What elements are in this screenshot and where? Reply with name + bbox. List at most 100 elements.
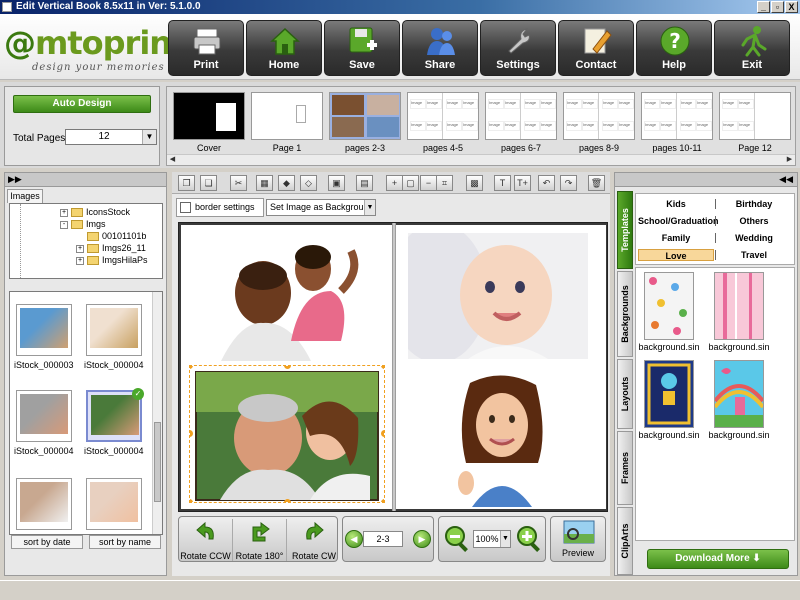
page-number-field[interactable]: 2-3 — [363, 531, 403, 547]
category-kids[interactable]: Kids — [638, 198, 714, 210]
close-button[interactable]: X — [785, 1, 798, 13]
expand-icon[interactable]: + — [76, 256, 84, 265]
exit-button[interactable]: Exit — [714, 20, 790, 76]
rotate-ccw-button[interactable]: Rotate CCW — [179, 519, 233, 561]
tab-cliparts[interactable]: ClipArts — [617, 507, 633, 575]
vertical-scrollbar[interactable] — [152, 292, 162, 534]
send-back-icon[interactable]: ◇ — [300, 175, 317, 191]
photo-grandpa-selected[interactable] — [189, 365, 385, 503]
settings-button[interactable]: Settings — [480, 20, 556, 76]
contact-button[interactable]: Contact — [558, 20, 634, 76]
total-pages-select[interactable]: 12 ▼ — [65, 129, 157, 145]
scroll-left-icon[interactable]: ◀ — [167, 155, 178, 165]
expand-icon[interactable]: - — [60, 220, 68, 229]
page-thumbnail[interactable]: Image Image Image Image — [719, 92, 791, 140]
add-frame-icon[interactable]: ▤ — [356, 175, 373, 191]
background-thumbnail[interactable] — [714, 272, 764, 340]
category-love[interactable]: Love — [638, 249, 714, 261]
image-thumbnail[interactable] — [86, 478, 142, 530]
tab-frames[interactable]: Frames — [617, 431, 633, 505]
crop-icon[interactable]: ⌗ — [436, 175, 453, 191]
zoom-out-icon[interactable] — [443, 524, 471, 554]
image-icon[interactable]: ▢ — [402, 175, 419, 191]
tree-node[interactable]: 00101101b — [76, 230, 146, 242]
category-others[interactable]: Others — [716, 215, 792, 227]
image-thumbnail[interactable] — [16, 478, 72, 530]
page-thumbnail[interactable]: Image Image Image Image Image Image Image Image — [563, 92, 635, 140]
copy-icon[interactable]: ❐ — [178, 175, 195, 191]
background-thumbnail[interactable] — [713, 360, 765, 428]
page-thumbnail[interactable] — [251, 92, 323, 140]
tab-images[interactable]: Images — [7, 189, 43, 203]
share-button[interactable]: Share — [402, 20, 478, 76]
collapse-left-button[interactable]: ▶▶ — [5, 173, 166, 187]
image-thumbnail[interactable]: ✓ — [86, 388, 144, 442]
tab-backgrounds[interactable]: Backgrounds — [617, 271, 633, 357]
preview-button[interactable]: Preview — [550, 516, 606, 562]
maximize-button[interactable]: ▫ — [771, 1, 784, 13]
prev-page-button[interactable]: ◀ — [345, 530, 363, 548]
zoom-select[interactable]: 100% ▼ — [473, 530, 511, 548]
scroll-right-icon[interactable]: ▶ — [784, 155, 795, 165]
photo-father-baby[interactable] — [201, 231, 369, 361]
background-thumbnail[interactable] — [644, 272, 694, 340]
zoom-in-icon[interactable] — [515, 524, 543, 554]
add-text-icon[interactable]: T+ — [514, 175, 531, 191]
next-page-button[interactable]: ▶ — [413, 530, 431, 548]
tree-node[interactable]: + IconsStock — [60, 206, 130, 218]
tree-node[interactable]: + Imgs26_11 — [76, 242, 146, 254]
zoom-in-image-icon[interactable]: + — [386, 175, 403, 191]
download-more-button[interactable]: Download More ⬇ — [647, 549, 789, 569]
category-travel[interactable]: Travel — [716, 249, 792, 261]
rotate-180-button[interactable]: Rotate 180° — [233, 519, 287, 561]
image-thumbnail[interactable] — [86, 304, 142, 356]
page-thumbnail[interactable]: Image Image Image Image Image Image Image Image — [641, 92, 713, 140]
image-thumbnail[interactable] — [16, 390, 72, 442]
category-school-graduation[interactable]: School/Graduation — [638, 215, 719, 227]
category-birthday[interactable]: Birthday — [716, 198, 792, 210]
text-icon[interactable]: T — [494, 175, 511, 191]
background-thumbnail[interactable] — [644, 360, 694, 428]
undo-icon[interactable]: ↶ — [538, 175, 555, 191]
photo-icon[interactable]: ▩ — [466, 175, 483, 191]
photo-baby[interactable] — [408, 233, 588, 359]
page-right[interactable] — [396, 225, 606, 509]
border-settings-checkbox[interactable]: border settings — [176, 198, 264, 217]
print-button[interactable]: Print — [168, 20, 244, 76]
cut-icon[interactable]: ✂ — [230, 175, 247, 191]
tree-node[interactable]: + ImgsHilaPs — [76, 254, 148, 266]
category-family[interactable]: Family — [638, 232, 714, 244]
bring-front-icon[interactable]: ◆ — [278, 175, 295, 191]
minimize-button[interactable]: _ — [757, 1, 770, 13]
image-placeholder-label: Image — [504, 99, 520, 109]
fit-icon[interactable]: ▣ — [328, 175, 345, 191]
horizontal-scrollbar[interactable]: ◀ ▶ — [167, 154, 795, 165]
auto-design-button[interactable]: Auto Design — [13, 95, 151, 113]
set-image-background-select[interactable]: Set Image as Backgrou ▼ — [266, 199, 376, 216]
tree-node[interactable]: - Imgs — [60, 218, 106, 230]
tab-templates[interactable]: Templates — [617, 191, 633, 269]
grid-icon[interactable]: ▦ — [256, 175, 273, 191]
expand-icon[interactable]: + — [60, 208, 68, 217]
page-thumbnail[interactable]: Image Image Image Image Image Image Image Image — [407, 92, 479, 140]
page-thumbnail[interactable]: Image Image Image Image Image Image Image Image — [485, 92, 557, 140]
sort-by-name-button[interactable]: sort by name — [89, 535, 161, 549]
trash-icon[interactable]: 🗑 — [588, 175, 605, 191]
collapse-right-button[interactable]: ◀◀ — [615, 173, 797, 187]
help-button[interactable]: ? Help — [636, 20, 712, 76]
image-thumbnail[interactable] — [16, 304, 72, 356]
expand-icon[interactable]: + — [76, 244, 84, 253]
save-button[interactable]: Save — [324, 20, 400, 76]
paste-icon[interactable]: ❏ — [200, 175, 217, 191]
photo-girl[interactable] — [452, 373, 552, 507]
page-thumbnail[interactable] — [329, 92, 401, 140]
zoom-out-image-icon[interactable]: − — [420, 175, 437, 191]
sort-by-date-button[interactable]: sort by date — [11, 535, 83, 549]
home-button[interactable]: Home — [246, 20, 322, 76]
rotate-cw-button[interactable]: Rotate CW — [287, 519, 341, 561]
category-wedding[interactable]: Wedding — [716, 232, 792, 244]
page-thumbnail[interactable] — [173, 92, 245, 140]
page-left[interactable] — [181, 225, 392, 509]
tab-layouts[interactable]: Layouts — [617, 359, 633, 429]
redo-icon[interactable]: ↷ — [560, 175, 577, 191]
